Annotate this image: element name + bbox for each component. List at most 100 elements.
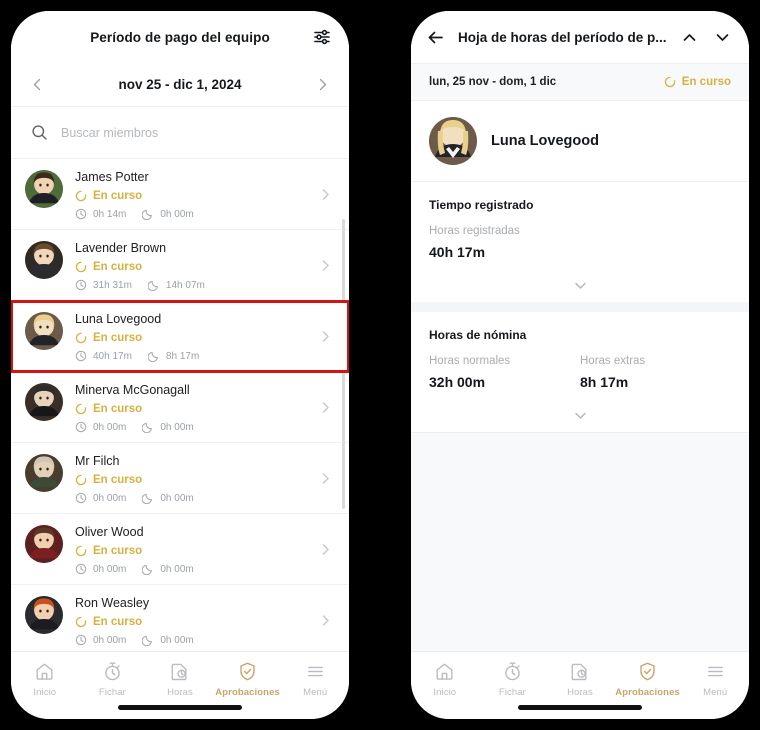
table-row[interactable]: James Potter En curso 0h 14m 0h 00m xyxy=(11,159,349,230)
section-divider xyxy=(411,302,749,312)
status-label: En curso xyxy=(93,545,143,557)
chevron-up-icon[interactable] xyxy=(679,27,700,48)
chevron-down-icon[interactable] xyxy=(712,27,733,48)
sliders-filter-icon[interactable] xyxy=(312,27,332,47)
table-row[interactable]: Ron Weasley En curso 0h 00m 0h 00m xyxy=(11,585,349,651)
overtime-hours-value: 0h 00m xyxy=(160,492,194,504)
arrow-left-icon[interactable] xyxy=(425,27,446,48)
tab-men[interactable]: Menú xyxy=(681,661,749,698)
tab-label: Aprobaciones xyxy=(615,687,680,698)
worked-hours-value: 0h 00m xyxy=(93,421,127,433)
timesheet-body: Luna Lovegood Tiempo registrado Horas reg… xyxy=(411,101,749,651)
table-row[interactable]: Mr Filch En curso 0h 00m 0h 00m xyxy=(11,443,349,514)
tab-label: Aprobaciones xyxy=(215,687,280,698)
tab-horas[interactable]: Horas xyxy=(546,661,614,698)
avatar xyxy=(25,454,63,492)
in-progress-circle-icon xyxy=(75,403,87,415)
member-name: James Potter xyxy=(75,170,149,184)
table-row[interactable]: Luna Lovegood En curso 40h 17m 8h 17m xyxy=(11,300,349,373)
field-value: 32h 00m xyxy=(429,374,486,390)
member-hours: 31h 31m 14h 07m xyxy=(75,279,306,291)
expand-section-button[interactable] xyxy=(429,398,731,432)
member-info: Oliver Wood En curso 0h 00m 0h 00m xyxy=(75,523,306,575)
status-badge: En curso xyxy=(75,261,306,273)
tab-aprobaciones[interactable]: Aprobaciones xyxy=(214,661,282,698)
tab-horas[interactable]: Horas xyxy=(146,661,214,698)
overtime-hours: 0h 00m xyxy=(142,421,194,433)
in-progress-circle-icon xyxy=(75,474,87,486)
in-progress-circle-icon xyxy=(75,261,87,273)
member-info: Lavender Brown En curso 31h 31m 14h 07m xyxy=(75,239,306,291)
right-phone-frame: Hoja de horas del período de p... lun, 2… xyxy=(406,6,754,724)
shield-check-icon xyxy=(637,661,658,682)
worked-hours-value: 31h 31m xyxy=(93,279,132,291)
clock-icon xyxy=(75,492,87,504)
member-hours: 0h 00m 0h 00m xyxy=(75,492,306,504)
shield-check-icon xyxy=(237,661,258,682)
tab-men[interactable]: Menú xyxy=(281,661,349,698)
status-badge: En curso xyxy=(75,190,306,202)
table-row[interactable]: Lavender Brown En curso 31h 31m 14h 07m xyxy=(11,230,349,301)
team-member-list[interactable]: James Potter En curso 0h 14m 0h 00m Lavender… xyxy=(11,159,349,651)
clock-icon xyxy=(75,421,87,433)
tab-fichar[interactable]: Fichar xyxy=(79,661,147,698)
search-bar[interactable] xyxy=(11,107,349,159)
chevron-right-icon[interactable] xyxy=(318,258,333,273)
chevron-right-icon[interactable] xyxy=(318,542,333,557)
chevron-right-icon[interactable] xyxy=(318,613,333,628)
home-indicator xyxy=(518,705,642,710)
status-label: En curso xyxy=(93,403,143,415)
timesheet-title: Hoja de horas del período de p... xyxy=(458,29,667,45)
table-row[interactable]: Minerva McGonagall En curso 0h 00m 0h 00m xyxy=(11,372,349,443)
in-progress-circle-icon xyxy=(75,545,87,557)
status-badge: En curso xyxy=(75,403,306,415)
search-input[interactable] xyxy=(61,125,329,140)
in-progress-circle-icon xyxy=(75,332,87,344)
chevron-right-icon[interactable] xyxy=(318,400,333,415)
home-indicator xyxy=(118,705,242,710)
section-title: Tiempo registrado xyxy=(429,198,534,212)
tab-aprobaciones[interactable]: Aprobaciones xyxy=(614,661,682,698)
overtime-hours-value: 8h 17m xyxy=(165,350,200,362)
expand-section-button[interactable] xyxy=(429,268,731,302)
member-name: Ron Weasley xyxy=(75,596,150,610)
tab-label: Horas xyxy=(167,687,193,698)
field-label: Horas registradas xyxy=(429,225,520,237)
clock-icon xyxy=(75,208,87,220)
tab-label: Menú xyxy=(703,687,728,698)
home-icon xyxy=(34,661,55,682)
left-phone-screen: Período de pago del equipo nov 25 - dic … xyxy=(11,11,349,719)
search-icon xyxy=(31,124,48,141)
chevron-left-icon[interactable] xyxy=(29,76,46,93)
status-badge: En curso xyxy=(75,332,306,344)
worked-hours: 0h 00m xyxy=(75,421,126,433)
status-label: En curso xyxy=(681,76,731,88)
overtime-hours-value: 0h 00m xyxy=(160,634,194,646)
tab-inicio[interactable]: Inicio xyxy=(11,661,79,698)
date-range-label: nov 25 - dic 1, 2024 xyxy=(118,77,242,92)
moon-icon xyxy=(142,634,154,646)
avatar xyxy=(25,596,63,634)
chevron-right-icon[interactable] xyxy=(314,76,331,93)
status-badge: En curso xyxy=(664,76,731,88)
hamburger-menu-icon xyxy=(305,661,326,682)
tab-inicio[interactable]: Inicio xyxy=(411,661,479,698)
moon-icon xyxy=(142,208,154,220)
overtime-hours-value: 0h 00m xyxy=(160,208,194,220)
member-name: Mr Filch xyxy=(75,454,120,468)
member-name: Oliver Wood xyxy=(75,525,144,539)
status-label: En curso xyxy=(93,616,143,628)
moon-icon xyxy=(142,492,154,504)
moon-icon xyxy=(147,350,160,362)
member-hours: 0h 00m 0h 00m xyxy=(75,563,306,575)
in-progress-circle-icon xyxy=(75,190,87,202)
tab-fichar[interactable]: Fichar xyxy=(479,661,547,698)
chevron-right-icon[interactable] xyxy=(318,329,333,344)
field-label: Horas extras xyxy=(580,355,646,367)
timesheet-header: Hoja de horas del período de p... xyxy=(411,11,749,63)
status-label: En curso xyxy=(93,261,143,273)
chevron-right-icon[interactable] xyxy=(318,187,333,202)
table-row[interactable]: Oliver Wood En curso 0h 00m 0h 00m xyxy=(11,514,349,585)
status-label: En curso xyxy=(93,190,143,202)
chevron-right-icon[interactable] xyxy=(318,471,333,486)
